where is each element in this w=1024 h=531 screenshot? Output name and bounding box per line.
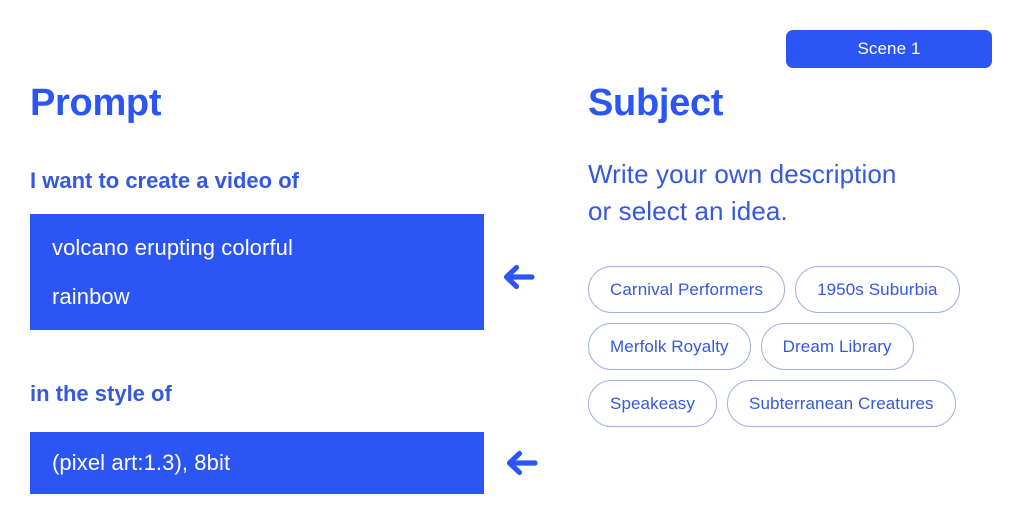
prompt-field-label-subject: I want to create a video of bbox=[30, 168, 299, 193]
arrow-left-icon-style bbox=[500, 442, 542, 484]
page-title-prompt: Prompt bbox=[30, 82, 162, 124]
subject-idea-chip[interactable]: 1950s Suburbia bbox=[795, 266, 960, 313]
subject-description-line-1: Write your own description bbox=[588, 159, 897, 189]
subject-idea-chip[interactable]: Speakeasy bbox=[588, 380, 718, 427]
prompt-value-subject-line-2: rainbow bbox=[52, 284, 130, 309]
subject-idea-chip[interactable]: Subterranean Creatures bbox=[727, 380, 956, 427]
slide-canvas: Scene 1 Prompt I want to create a video … bbox=[0, 0, 1024, 531]
subject-description-line-2: or select an idea. bbox=[588, 196, 788, 226]
subject-column: Subject Write your own description or se… bbox=[588, 0, 1008, 531]
prompt-field-label-style: in the style of bbox=[30, 381, 172, 406]
subject-idea-chip[interactable]: Merfolk Royalty bbox=[588, 323, 751, 370]
page-title-subject: Subject bbox=[588, 82, 724, 124]
prompt-column: Prompt I want to create a video of volca… bbox=[30, 0, 550, 531]
prompt-value-style-line-1: (pixel art:1.3), 8bit bbox=[52, 450, 231, 475]
prompt-value-subject[interactable]: volcano erupting colorful rainbow bbox=[30, 214, 484, 330]
subject-idea-chip[interactable]: Carnival Performers bbox=[588, 266, 786, 313]
arrow-left-icon-subject bbox=[497, 256, 539, 298]
subject-idea-chip[interactable]: Dream Library bbox=[760, 323, 914, 370]
prompt-value-subject-line-1: volcano erupting colorful bbox=[52, 235, 293, 260]
subject-idea-chip-list: Carnival Performers 1950s Suburbia Merfo… bbox=[588, 266, 1008, 427]
subject-description: Write your own description or select an … bbox=[588, 156, 988, 230]
prompt-value-style[interactable]: (pixel art:1.3), 8bit bbox=[30, 432, 484, 494]
